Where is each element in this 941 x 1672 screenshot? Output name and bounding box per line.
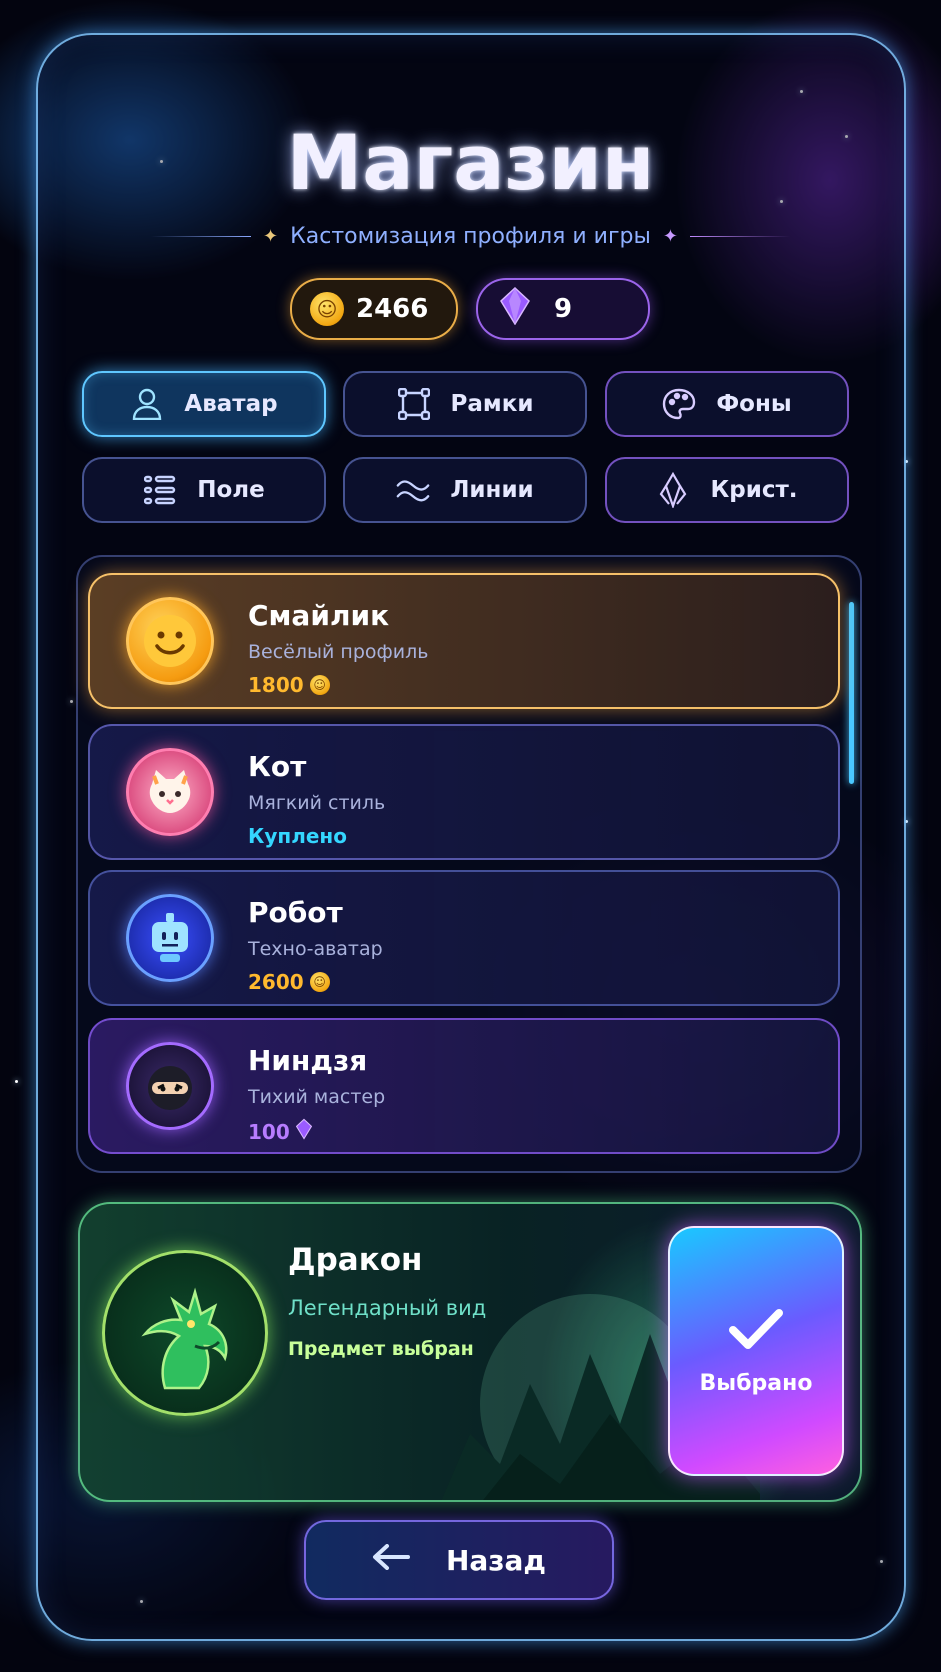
- tab-field[interactable]: Поле: [82, 457, 326, 523]
- coin-balance: ☺ 2466: [290, 278, 458, 340]
- item-description: Весёлый профиль: [248, 641, 429, 663]
- item-price-value: 1800: [248, 673, 304, 697]
- gem-balance-value: 9: [554, 294, 573, 324]
- tab-frames[interactable]: Рамки: [343, 371, 587, 437]
- crystal-icon: [656, 472, 690, 508]
- divider-left: [151, 236, 252, 237]
- list-item-smiley[interactable]: Смайлик Весёлый профиль 1800 ☺: [88, 573, 840, 709]
- tab-label: Аватар: [184, 391, 278, 417]
- robot-avatar-icon: [126, 894, 214, 982]
- checkmark-icon: [728, 1307, 784, 1357]
- item-status: Куплено: [248, 824, 347, 848]
- ninja-avatar-icon: [126, 1042, 214, 1130]
- cat-avatar-icon: [126, 748, 214, 836]
- coin-icon: ☺: [310, 292, 344, 326]
- selected-button[interactable]: Выбрано: [668, 1226, 844, 1476]
- frame-icon: [397, 387, 431, 421]
- gem-icon: [500, 286, 530, 332]
- dragon-avatar-icon: [102, 1250, 268, 1416]
- item-price: 1800 ☺: [248, 673, 330, 697]
- item-description: Мягкий стиль: [248, 792, 386, 814]
- list-item-cat[interactable]: Кот Мягкий стиль Куплено: [88, 724, 840, 860]
- tab-backgrounds[interactable]: Фоны: [605, 371, 849, 437]
- user-icon: [130, 387, 164, 421]
- divider-right: [689, 236, 790, 237]
- back-button[interactable]: Назад: [304, 1520, 614, 1600]
- subtitle-row: ✦ Кастомизация профиля и игры ✦: [0, 224, 941, 249]
- tab-avatar[interactable]: Аватар: [82, 371, 326, 437]
- featured-item-description: Легендарный вид: [288, 1296, 487, 1320]
- page-title: Магазин: [286, 118, 655, 207]
- gem-balance: 9: [476, 278, 650, 340]
- item-name: Кот: [248, 750, 307, 783]
- tab-label: Линии: [450, 477, 534, 503]
- waves-icon: [396, 473, 430, 507]
- featured-item-status: Предмет выбран: [288, 1338, 474, 1360]
- item-status-badge: Куплено: [248, 824, 347, 848]
- tab-label: Поле: [197, 477, 265, 503]
- sparkle-icon: ✦: [662, 225, 678, 247]
- smiley-avatar-icon: [126, 597, 214, 685]
- coin-balance-value: 2466: [356, 294, 429, 324]
- sparkle-icon: ✦: [263, 225, 279, 247]
- item-description: Техно-аватар: [248, 938, 383, 960]
- back-button-label: Назад: [445, 1543, 547, 1577]
- tab-crystals[interactable]: Крист.: [605, 457, 849, 523]
- scrollbar[interactable]: [849, 602, 854, 784]
- coin-icon: ☺: [309, 675, 330, 695]
- tab-label: Крист.: [710, 477, 798, 503]
- list-item-ninja[interactable]: Ниндзя Тихий мастер 100: [88, 1018, 840, 1154]
- item-description: Тихий мастер: [248, 1086, 386, 1108]
- item-price-value: 100: [248, 1119, 290, 1144]
- page-subtitle: Кастомизация профиля и игры: [290, 224, 651, 249]
- coin-icon: ☺: [309, 972, 330, 992]
- selected-button-label: Выбрано: [699, 1370, 813, 1396]
- item-price-value: 2600: [248, 970, 304, 994]
- arrow-left-icon: [372, 1543, 410, 1577]
- gem-icon: [295, 1118, 312, 1145]
- tab-label: Рамки: [450, 391, 534, 417]
- featured-item-name: Дракон: [288, 1242, 423, 1278]
- star-decoration: [15, 1080, 18, 1083]
- item-name: Ниндзя: [248, 1044, 368, 1077]
- item-name: Робот: [248, 896, 343, 929]
- palette-icon: [662, 387, 696, 421]
- item-name: Смайлик: [248, 599, 390, 632]
- tab-lines[interactable]: Линии: [343, 457, 587, 523]
- tab-label: Фоны: [716, 391, 792, 417]
- list-item-robot[interactable]: Робот Техно-аватар 2600 ☺: [88, 870, 840, 1006]
- item-price: 2600 ☺: [248, 970, 330, 994]
- item-price: 100: [248, 1118, 312, 1145]
- grid-icon: [143, 473, 177, 507]
